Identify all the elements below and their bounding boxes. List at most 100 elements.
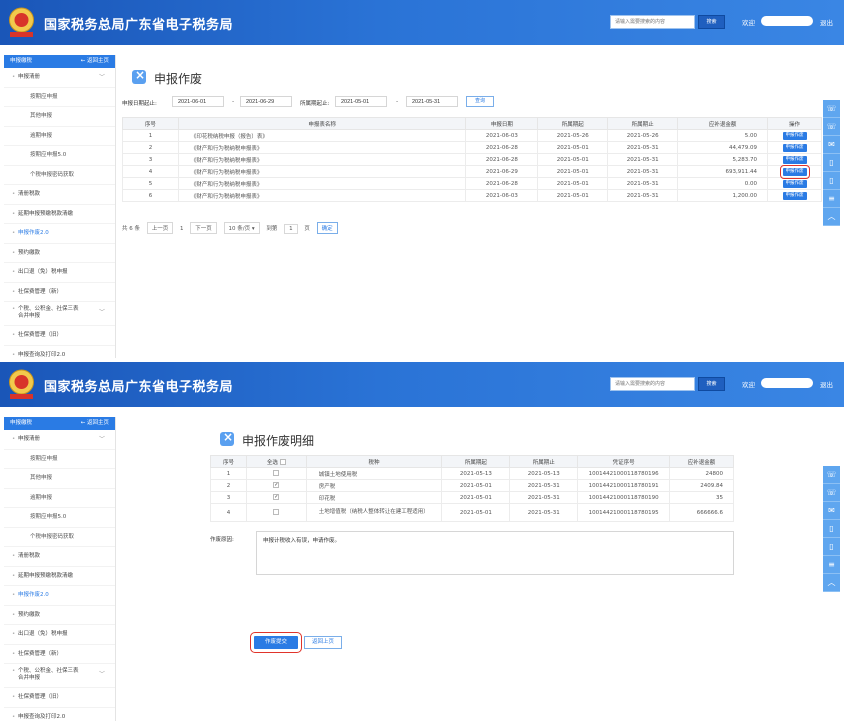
sidebar-item-list-tax[interactable]: • 清册税款 bbox=[4, 185, 115, 205]
phone-icon[interactable]: ☏ bbox=[823, 484, 840, 502]
period-from: 2021-05-01 bbox=[537, 165, 609, 178]
sidebar-item-query-print[interactable]: • 申报查询及打印2.0 bbox=[4, 346, 115, 359]
void-button[interactable]: 申报作废 bbox=[782, 191, 807, 200]
sidebar-item-overdue[interactable]: 逾期申报 bbox=[4, 127, 115, 146]
back-to-top-icon[interactable]: ︿ bbox=[823, 574, 840, 592]
home-link-label: 返回主页 bbox=[86, 58, 109, 64]
sidebar-item-iit-password[interactable]: 个税申报密码获取 bbox=[4, 166, 115, 185]
table-row: 2 《财产和行为税纳税申报表》 2021-06-28 2021-05-01 20… bbox=[122, 141, 822, 154]
sidebar-header-label: 申报缴税 bbox=[10, 58, 33, 64]
filing-date-to-input[interactable] bbox=[240, 96, 292, 107]
sidebar-item-other[interactable]: 其他申报 bbox=[4, 107, 115, 127]
row-checkbox[interactable] bbox=[273, 470, 280, 477]
bullet-icon: • bbox=[12, 332, 16, 338]
form-name: 《财产和行为税纳税申报表》 bbox=[177, 177, 467, 190]
void-button[interactable]: 申报作废 bbox=[782, 131, 807, 140]
home-link[interactable]: ← 返回主页 bbox=[81, 417, 109, 430]
search-button[interactable]: 搜索 bbox=[698, 15, 725, 29]
sidebar-item-deferred[interactable]: • 延期申报预缴税款清缴 bbox=[4, 205, 115, 224]
tablet-icon[interactable]: ▯ bbox=[823, 538, 840, 556]
mail-icon[interactable]: ✉ bbox=[823, 502, 840, 520]
voucher-number: 10014421000118780195 bbox=[577, 503, 671, 522]
home-link[interactable]: ← 返回主页 bbox=[81, 55, 109, 68]
list-icon[interactable]: ≡ bbox=[823, 556, 840, 574]
void-button[interactable]: 申报作废 bbox=[782, 155, 807, 164]
sidebar-item-deferred[interactable]: • 延期申报预缴税款清缴 bbox=[4, 567, 115, 586]
phone-icon[interactable]: ☏ bbox=[823, 466, 840, 484]
sidebar-item-social-new[interactable]: • 社保费管理（新） bbox=[4, 283, 115, 302]
goto-page-input[interactable]: 1 bbox=[284, 224, 298, 234]
sidebar-item-social-old[interactable]: • 社保费管理（旧） bbox=[4, 326, 115, 346]
phone-icon[interactable]: ☏ bbox=[823, 118, 840, 136]
site-header: 国家税务总局广东省电子税务局 搜索 欢迎 退出 bbox=[0, 0, 844, 45]
sidebar-item-export-refund[interactable]: • 出口退（免）税申报 bbox=[4, 263, 115, 283]
query-button[interactable]: 查询 bbox=[466, 96, 494, 107]
sidebar-item-label: 出口退（免）税申报 bbox=[18, 269, 68, 275]
sidebar-item-periodic-5[interactable]: 按期应申报5.0 bbox=[4, 146, 115, 166]
tax-type: 土地增值税（纳税人整体转让在建工程适用） bbox=[305, 503, 443, 522]
bullet-icon: • bbox=[12, 269, 16, 275]
page-size-select[interactable]: 10 条/页 ▾ bbox=[223, 222, 260, 234]
sidebar-item-void-2[interactable]: • 申报作废2.0 bbox=[4, 586, 115, 606]
list-icon[interactable]: ≡ bbox=[823, 190, 840, 208]
search-input[interactable] bbox=[610, 377, 695, 391]
sidebar-item-scheduled-payment[interactable]: • 预约缴款 bbox=[4, 606, 115, 625]
back-button[interactable]: 返回上页 bbox=[304, 636, 342, 649]
next-page-button[interactable]: 下一页 bbox=[190, 222, 217, 234]
sidebar-item-periodic[interactable]: 按期应申报 bbox=[4, 88, 115, 107]
row-number: 4 bbox=[210, 503, 247, 522]
sidebar-item-overdue[interactable]: 逾期申报 bbox=[4, 489, 115, 508]
sidebar-item-iit-password[interactable]: 个税申报密码获取 bbox=[4, 528, 115, 547]
tablet-icon[interactable]: ▯ bbox=[823, 172, 840, 190]
sidebar-item-social-old[interactable]: • 社保费管理（旧） bbox=[4, 688, 115, 708]
period-from-input[interactable] bbox=[335, 96, 387, 107]
table-row: 6 《财产和行为税纳税申报表》 2021-06-03 2021-05-01 20… bbox=[122, 189, 822, 202]
goto-confirm-button[interactable]: 确定 bbox=[316, 222, 338, 234]
bullet-icon: • bbox=[12, 553, 16, 559]
void-reason-textarea[interactable]: 申报计税收入有误，申请作废。 bbox=[256, 531, 734, 575]
phone-icon[interactable]: ☏ bbox=[823, 100, 840, 118]
sidebar-item-filing-list[interactable]: • 申报清册 ﹀ bbox=[4, 68, 115, 88]
sidebar-item-periodic-5[interactable]: 按期应申报5.0 bbox=[4, 508, 115, 528]
void-button[interactable]: 申报作废 bbox=[782, 179, 807, 188]
current-page[interactable]: 1 bbox=[180, 226, 184, 232]
sidebar-item-list-tax[interactable]: • 清册税款 bbox=[4, 547, 115, 567]
period-to-input[interactable] bbox=[406, 96, 458, 107]
void-submit-button[interactable]: 作废提交 bbox=[250, 632, 302, 653]
column-header: 操作 bbox=[767, 117, 822, 130]
sidebar-item-social-new[interactable]: • 社保费管理（新） bbox=[4, 645, 115, 664]
search-button[interactable]: 搜索 bbox=[698, 377, 725, 391]
mobile-icon[interactable]: ▯ bbox=[823, 520, 840, 538]
sidebar-item-void-2[interactable]: • 申报作废2.0 bbox=[4, 224, 115, 244]
sidebar-item-combined[interactable]: • 个税、公积金、社保三表合并申报 ﹀ bbox=[4, 664, 115, 688]
form-name: 《印花税纳税申报（报告）表》 bbox=[177, 129, 467, 142]
sidebar-item-export-refund[interactable]: • 出口退（免）税申报 bbox=[4, 625, 115, 645]
period-to: 2021-05-31 bbox=[607, 165, 679, 178]
logout-link[interactable]: 退出 bbox=[820, 379, 833, 389]
sidebar-item-other[interactable]: 其他申报 bbox=[4, 469, 115, 489]
logout-link[interactable]: 退出 bbox=[820, 17, 833, 27]
row-checkbox-checked[interactable]: ✓ bbox=[273, 482, 280, 489]
mail-icon[interactable]: ✉ bbox=[823, 136, 840, 154]
column-header: 税种 bbox=[305, 455, 443, 468]
sidebar-item-periodic[interactable]: 按期应申报 bbox=[4, 450, 115, 469]
bullet-icon: • bbox=[12, 74, 16, 80]
void-button-highlighted[interactable]: 申报作废 bbox=[779, 164, 810, 179]
row-checkbox[interactable] bbox=[273, 509, 280, 516]
sidebar-item-filing-list[interactable]: • 申报清册 ﹀ bbox=[4, 430, 115, 450]
search-input[interactable] bbox=[610, 15, 695, 29]
row-checkbox-checked[interactable]: ✓ bbox=[273, 494, 280, 501]
sidebar-item-combined[interactable]: • 个税、公积金、社保三表合并申报 ﹀ bbox=[4, 302, 115, 326]
prev-page-button[interactable]: 上一页 bbox=[146, 222, 174, 234]
sidebar-item-scheduled-payment[interactable]: • 预约缴款 bbox=[4, 244, 115, 263]
main-content: 申报作废明细 序号 全选 税种 所属期起 所属期止 凭证序号 应补退金额 1 城… bbox=[120, 417, 838, 717]
void-button[interactable]: 申报作废 bbox=[782, 143, 807, 152]
sidebar-item-query-print[interactable]: • 申报查询及打印2.0 bbox=[4, 708, 115, 721]
filing-date-from-input[interactable] bbox=[172, 96, 224, 107]
row-number: 6 bbox=[122, 189, 179, 202]
sidebar-item-label: 申报查询及打印2.0 bbox=[18, 351, 66, 358]
back-to-top-icon[interactable]: ︿ bbox=[823, 208, 840, 226]
select-all-checkbox[interactable] bbox=[279, 459, 286, 465]
mobile-icon[interactable]: ▯ bbox=[823, 154, 840, 172]
sidebar-item-label: 申报作废2.0 bbox=[18, 592, 49, 598]
